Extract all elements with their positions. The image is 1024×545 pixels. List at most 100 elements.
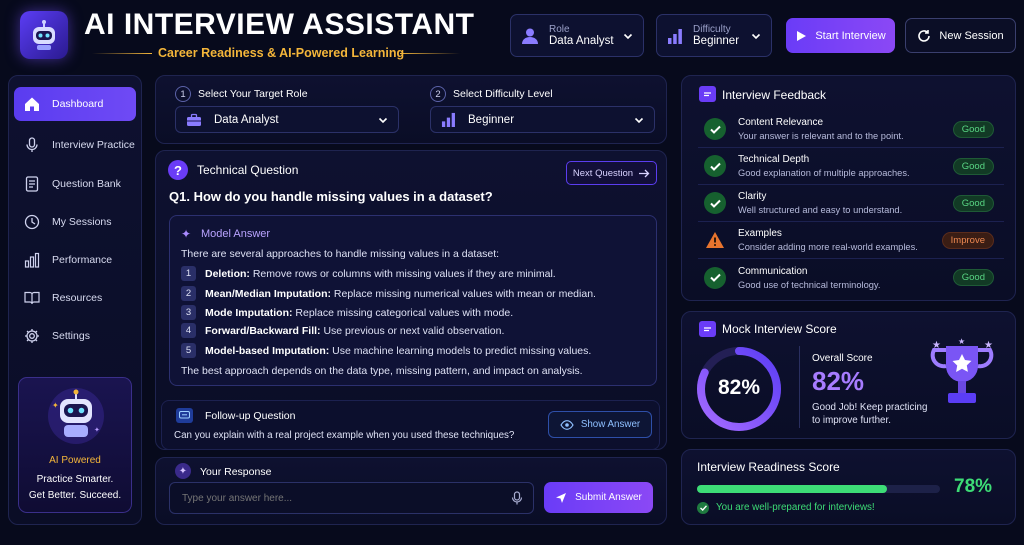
check-circle-icon [697,502,709,514]
readiness-message: You are well-prepared for interviews! [716,502,875,513]
send-icon [556,492,567,503]
submit-answer-label: Submit Answer [575,492,642,503]
check-circle-icon [704,266,726,289]
subtitle-divider-left [92,53,152,54]
svg-text:✦: ✦ [94,426,100,434]
check-circle-icon [704,192,726,214]
sidebar-item-label: Resources [52,292,103,304]
book-icon [24,291,40,305]
sidebar-item-resources[interactable]: Resources [14,281,136,315]
role-dropdown[interactable]: Role Data Analyst [510,14,644,57]
overall-score-label: Overall Score [812,353,873,364]
list-item-text: Use machine learning models to predict m… [332,344,592,357]
feedback-row-technical-depth: Technical Depth Good explanation of multi… [698,148,1004,185]
next-question-label: Next Question [572,167,634,179]
difficulty-dropdown[interactable]: Difficulty Beginner [656,14,772,57]
warning-icon [704,229,726,251]
chat-icon [176,408,193,423]
svg-text:★: ★ [932,340,941,351]
gear-icon [25,329,39,343]
list-item: 4 Forward/Backward Fill: Use previous or… [181,323,504,338]
sidebar-item-my-sessions[interactable]: My Sessions [14,205,136,239]
target-role-select[interactable]: Data Analyst [175,106,399,133]
question-mark-icon: ? [168,160,188,180]
robot-icon [33,20,55,50]
status-badge: Good [952,195,994,212]
difficulty-label: Difficulty [693,24,731,35]
sidebar-item-label: Dashboard [52,98,104,110]
microphone-icon [26,137,38,152]
model-answer-heading: Model Answer [201,228,271,240]
feedback-chat-icon [699,321,716,337]
status-badge: Good [952,121,994,138]
new-session-button[interactable]: New Session [905,18,1016,53]
bar-chart-icon [24,252,40,268]
sparkle-icon: ✦ [181,227,192,241]
feedback-title: Content Relevance [738,117,824,128]
sidebar-item-label: Performance [52,254,113,266]
score-ring-label: 82% [717,376,761,399]
refresh-icon [918,29,931,42]
show-answer-button[interactable]: Show Answer [548,411,652,438]
question-text: Q1. How do you handle missing values in … [169,189,493,204]
role-label: Role [549,24,570,35]
sidebar-item-interview-practice[interactable]: Interview Practice [14,128,136,162]
step2-label: Select Difficulty Level [453,88,553,100]
readiness-progress-fill [697,485,887,493]
overall-score-value: 82% [812,366,865,396]
readiness-heading: Interview Readiness Score [697,460,840,474]
signal-bars-icon [441,112,455,127]
sidebar-item-dashboard[interactable]: Dashboard [14,87,136,121]
followup-text: Can you explain with a real project exam… [174,430,515,441]
feedback-title: Technical Depth [738,154,810,165]
feedback-desc: Good explanation of multiple approaches. [738,168,910,178]
status-badge: Good [952,158,994,175]
check-circle-icon [704,118,726,140]
feedback-row-communication: Communication Good use of technical termi… [698,259,1004,296]
robot-icon: ✦ ✦ [48,388,104,444]
new-session-label: New Session [939,29,1004,42]
play-icon [797,30,807,41]
feedback-row-examples: Examples Consider adding more real-world … [698,222,1004,259]
list-item: 1 Deletion: Remove rows or columns with … [181,266,556,281]
sidebar-item-question-bank[interactable]: Question Bank [14,167,136,201]
difficulty-level-select[interactable]: Beginner [430,106,655,133]
start-interview-label: Start Interview [815,29,886,42]
step2-header: 2 Select Difficulty Level [430,86,553,102]
promo-line1: Practice Smarter. [36,474,114,485]
score-divider [799,346,800,428]
user-icon [522,28,538,44]
target-role-value: Data Analyst [214,113,279,126]
sidebar-item-label: Settings [52,330,90,342]
chevron-down-icon [378,117,388,123]
briefcase-icon [187,113,201,126]
app-subtitle: Career Readiness & AI-Powered Learning [158,46,405,60]
svg-text:★: ★ [958,338,965,346]
list-item-title: Mean/Median Imputation: [205,287,331,300]
model-answer-intro: There are several approaches to handle m… [181,248,500,260]
document-icon [25,176,39,192]
sidebar-item-settings[interactable]: Settings [14,319,136,353]
eye-icon [560,419,574,430]
list-item: 3 Mode Imputation: Replace missing categ… [181,305,513,320]
question-heading: Technical Question [197,163,299,177]
start-interview-button[interactable]: Start Interview [786,18,895,53]
list-item-title: Model-based Imputation: [205,344,330,357]
list-item-number: 3 [181,305,196,320]
list-item-number: 5 [181,343,196,358]
status-badge: Good [952,269,994,286]
list-item-text: Replace missing numerical values with me… [333,287,596,300]
next-question-button[interactable]: Next Question [566,161,657,185]
response-input[interactable] [170,483,500,513]
list-item-title: Deletion: [205,267,250,280]
arrow-right-icon [639,169,650,177]
list-item-text: Replace missing categorical values with … [295,306,514,319]
model-answer-conclusion: The best approach depends on the data ty… [181,365,583,377]
feedback-chat-icon [699,86,716,102]
submit-answer-button[interactable]: Submit Answer [544,482,653,513]
list-item-number: 4 [181,323,196,338]
list-item-number: 2 [181,286,196,301]
feedback-heading: Interview Feedback [722,88,827,102]
promo-line2: Get Better. Succeed. [28,490,122,501]
sidebar-item-performance[interactable]: Performance [14,243,136,277]
